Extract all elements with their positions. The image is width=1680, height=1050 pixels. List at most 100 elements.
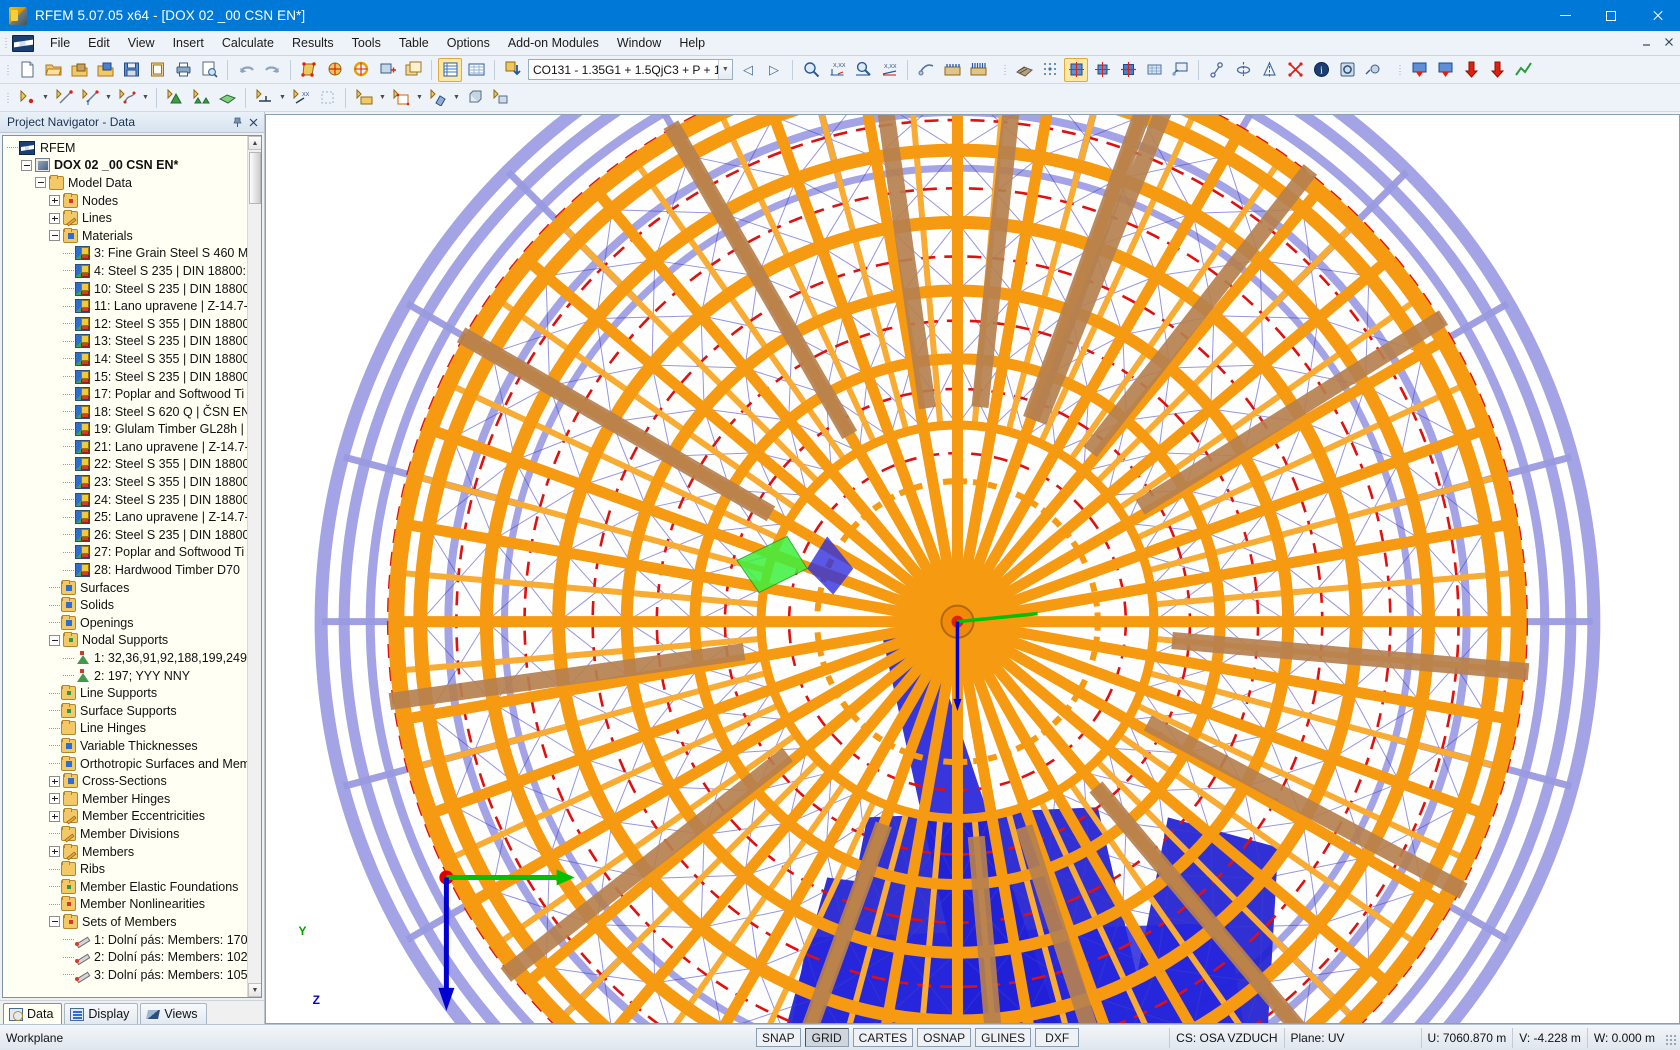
- collapse-icon[interactable]: [49, 230, 60, 241]
- fe-mesh-points-button[interactable]: [1038, 58, 1062, 82]
- tree-item[interactable]: 2: 197; YYY NNY: [7, 667, 261, 685]
- dxf-toggle[interactable]: DXF: [1035, 1028, 1079, 1047]
- insert-node-dropdown[interactable]: ▼: [40, 86, 51, 110]
- clipboard-button[interactable]: [145, 58, 169, 82]
- table-grid-button[interactable]: [464, 58, 488, 82]
- tree-item[interactable]: Member Nonlinearities: [7, 896, 261, 914]
- menu-window[interactable]: Window: [608, 32, 670, 54]
- insert-solid-2-button[interactable]: [489, 86, 513, 110]
- insert-node-button[interactable]: [15, 86, 39, 110]
- expand-icon[interactable]: [49, 811, 60, 822]
- tree-item[interactable]: Solids: [7, 596, 261, 614]
- render-gear-button[interactable]: [1361, 58, 1385, 82]
- zoom-button[interactable]: [799, 58, 823, 82]
- support-reaction-2-button[interactable]: [1433, 58, 1457, 82]
- window-minimize-button[interactable]: [1542, 0, 1588, 31]
- tree-item[interactable]: RFEM: [7, 139, 261, 157]
- menu-help[interactable]: Help: [670, 32, 714, 54]
- show-table-button[interactable]: [438, 58, 462, 82]
- load-case-value[interactable]: CO131 - 1.35G1 + 1.5QjC3 + P + 1.35G.: [529, 63, 718, 77]
- menubar-grip[interactable]: [3, 35, 10, 51]
- load-down-arrow-button[interactable]: [1459, 58, 1483, 82]
- tree-item[interactable]: Member Elastic Foundations: [7, 878, 261, 896]
- load-down-arrow-2-button[interactable]: [1485, 58, 1509, 82]
- tree-item[interactable]: Line Supports: [7, 684, 261, 702]
- toolbar-grip-2[interactable]: [1002, 62, 1009, 78]
- tree-scrollbar[interactable]: ▲ ▼: [247, 136, 261, 997]
- tree-item[interactable]: 4: Steel S 235 | DIN 18800:19: [7, 262, 261, 280]
- mdi-minimize-button[interactable]: [1639, 34, 1654, 49]
- support-reaction-1-button[interactable]: [1407, 58, 1431, 82]
- chevron-down-icon[interactable]: ▼: [718, 60, 732, 79]
- mirror-button[interactable]: [1257, 58, 1281, 82]
- menu-options[interactable]: Options: [438, 32, 499, 54]
- expand-icon[interactable]: [49, 846, 60, 857]
- grid-toggle[interactable]: GRID: [805, 1028, 849, 1047]
- tree-item[interactable]: DOX 02 _00 CSN EN*: [7, 157, 261, 175]
- print-preview-button[interactable]: [197, 58, 221, 82]
- insert-nodal-support-button[interactable]: [163, 86, 187, 110]
- window-close-button[interactable]: [1634, 0, 1680, 31]
- results-graph-button[interactable]: [1511, 58, 1535, 82]
- tree-item[interactable]: 19: Glulam Timber GL28h |: [7, 421, 261, 439]
- tree-item[interactable]: 14: Steel S 355 | DIN 18800:1: [7, 350, 261, 368]
- insert-polyline-button[interactable]: [115, 86, 139, 110]
- insert-member-button[interactable]: [426, 86, 450, 110]
- tree-item[interactable]: 12: Steel S 355 | DIN 18800:1: [7, 315, 261, 333]
- tree-item[interactable]: 24: Steel S 235 | DIN 18800:1: [7, 491, 261, 509]
- tab-views[interactable]: Views: [140, 1003, 206, 1024]
- tree-item[interactable]: Model Data: [7, 174, 261, 192]
- tree-item[interactable]: Lines: [7, 209, 261, 227]
- tree-item[interactable]: Ribs: [7, 860, 261, 878]
- print-button[interactable]: [171, 58, 195, 82]
- tree-item[interactable]: Openings: [7, 614, 261, 632]
- load-case-add-button[interactable]: [501, 58, 525, 82]
- insert-opening-dropdown[interactable]: ▼: [414, 86, 425, 110]
- zoom-plane-button[interactable]: [851, 58, 875, 82]
- tab-data[interactable]: Data: [3, 1003, 62, 1024]
- tree-item[interactable]: 1: 32,36,91,92,188,199,249,2: [7, 649, 261, 667]
- menu-table[interactable]: Table: [390, 32, 438, 54]
- insert-opening-button[interactable]: [389, 86, 413, 110]
- display-results-button[interactable]: [1064, 58, 1088, 82]
- glines-toggle[interactable]: GLINES: [975, 1028, 1031, 1047]
- toolbar-grip-1[interactable]: [5, 62, 12, 78]
- tree-item[interactable]: 27: Poplar and Softwood Ti: [7, 544, 261, 562]
- toolbar2-grip[interactable]: [5, 90, 12, 106]
- tree-item[interactable]: 11: Lano upravene | Z-14.7-: [7, 297, 261, 315]
- redo-button[interactable]: [260, 58, 284, 82]
- select-window-button[interactable]: [1168, 58, 1192, 82]
- tree-item[interactable]: 1: Dolní pás: Members: 170: [7, 931, 261, 949]
- insert-hinge-dropdown[interactable]: ▼: [277, 86, 288, 110]
- tree-item[interactable]: 10: Steel S 235 | DIN 18800:1: [7, 280, 261, 298]
- insert-surface-dropdown[interactable]: ▼: [377, 86, 388, 110]
- menu-calculate[interactable]: Calculate: [213, 32, 283, 54]
- tree-item[interactable]: Cross-Sections: [7, 772, 261, 790]
- collapse-icon[interactable]: [21, 160, 32, 171]
- toolbar-grip-3[interactable]: [1397, 62, 1404, 78]
- new-file-button[interactable]: [15, 58, 39, 82]
- menu-addon-modules[interactable]: Add-on Modules: [499, 32, 608, 54]
- tree-item[interactable]: 23: Steel S 355 | DIN 18800:1: [7, 473, 261, 491]
- tree-item[interactable]: Member Divisions: [7, 825, 261, 843]
- expand-icon[interactable]: [49, 776, 60, 787]
- insert-line-dimension-button[interactable]: [78, 86, 102, 110]
- scroll-thumb[interactable]: [249, 152, 261, 204]
- tree-item[interactable]: Variable Thicknesses: [7, 737, 261, 755]
- undo-button[interactable]: [234, 58, 258, 82]
- tab-display[interactable]: Display: [64, 1003, 138, 1024]
- open-project-button[interactable]: [67, 58, 91, 82]
- window-resize-grip[interactable]: [1661, 1030, 1677, 1046]
- insert-member-dropdown[interactable]: ▼: [451, 86, 462, 110]
- insert-division-button[interactable]: [315, 86, 339, 110]
- tree-item[interactable]: Nodal Supports: [7, 632, 261, 650]
- insert-eccentricity-button[interactable]: XX: [289, 86, 313, 110]
- tree-item[interactable]: Surfaces: [7, 579, 261, 597]
- show-loads-button[interactable]: [940, 58, 964, 82]
- expand-icon[interactable]: [49, 213, 60, 224]
- model-data-tree[interactable]: RFEMDOX 02 _00 CSN EN*Model DataNodesLin…: [2, 135, 262, 998]
- save-button[interactable]: [119, 58, 143, 82]
- tree-item[interactable]: 26: Steel S 235 | DIN 18800:1: [7, 526, 261, 544]
- insert-line-button[interactable]: [52, 86, 76, 110]
- tree-item[interactable]: 3: Dolní pás: Members: 105: [7, 966, 261, 984]
